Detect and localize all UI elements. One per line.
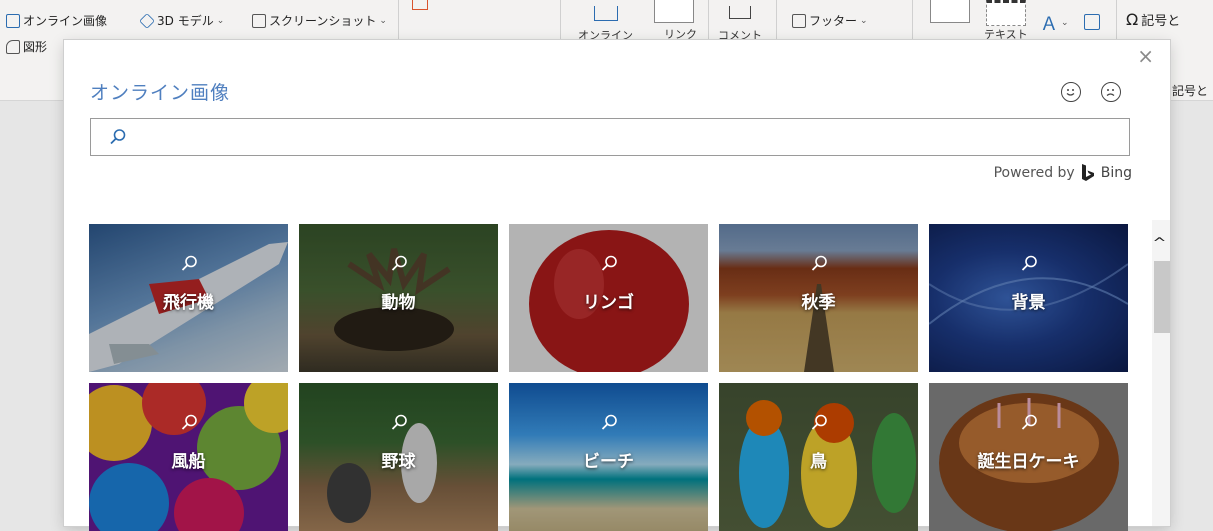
3d-model-command[interactable]: 3D モデル ⌄ [139,12,225,29]
tile-label: 誕生日ケーキ [977,452,1080,472]
dialog-title: オンライン画像 [90,82,231,104]
category-tile-autumn[interactable]: 秋季 [719,224,918,372]
search-icon [1021,414,1037,430]
screenshot-command[interactable]: スクリーンショット ⌄ [252,12,387,29]
symbol-group-label: 記号と [1172,84,1209,98]
globe-icon [593,6,618,21]
powered-by-bing: Powered by Bing [994,164,1132,182]
tile-label: ビーチ [583,452,634,472]
search-input[interactable] [135,125,1099,151]
search-icon [181,414,197,430]
ribbon-divider [398,0,399,40]
smile-feedback-icon[interactable] [1061,82,1081,102]
tile-label: 背景 [1011,293,1046,313]
search-icon [391,255,407,271]
shapes-label: 図形 [23,40,48,54]
signature-command[interactable]: Ａ ⌄ [1040,10,1069,36]
footer-command[interactable]: フッター ⌄ [792,12,868,29]
tile-label: 風船 [171,452,206,472]
ribbon-divider [560,0,561,40]
category-tile-birthday-cake[interactable]: 誕生日ケーキ [929,383,1128,531]
category-tile-bird[interactable]: 鳥 [719,383,918,531]
frown-feedback-icon[interactable] [1101,82,1121,102]
chevron-down-icon: ⌄ [860,15,868,26]
link-box [654,0,694,23]
shapes-command[interactable]: 図形 [6,38,47,55]
search-icon [110,129,126,145]
category-tile-baseball[interactable]: 野球 [299,383,498,531]
signature-icon: Ａ [1040,14,1058,35]
category-tile-background[interactable]: 背景 [929,224,1128,372]
powered-by-label: Powered by [993,165,1075,181]
bing-label: Bing [1100,165,1132,181]
online-image-label: オンライン画像 [23,14,108,28]
addin-icon [412,0,428,10]
online-image-icon [6,13,20,28]
scroll-up-button[interactable]: ^ [1152,236,1166,251]
ribbon-divider [1116,0,1117,40]
tile-label: 野球 [381,452,416,472]
online-video-command[interactable]: オンライン [578,6,633,43]
comment-command[interactable]: コメント [718,6,762,43]
shapes-icon [6,39,20,54]
chevron-down-icon: ⌄ [216,15,225,26]
search-icon [811,414,827,430]
online-image-command[interactable]: オンライン画像 [6,12,107,29]
ribbon-divider [776,0,777,40]
category-tile-balloon[interactable]: 風船 [89,383,288,531]
wordart-box [986,0,1026,26]
tile-label: 秋季 [801,293,836,313]
chevron-down-icon: ⌄ [1061,18,1069,28]
category-tile-animal[interactable]: 動物 [299,224,498,372]
tile-label: 動物 [381,293,416,313]
tile-label: リンゴ [583,293,634,313]
category-tile-airplane[interactable]: 飛行機 [89,224,288,372]
symbol-command[interactable]: Ω 記号と [1126,10,1180,29]
3d-model-label: 3D モデル [157,14,214,28]
symbol-label: 記号と [1141,14,1181,29]
cube-icon [139,12,155,29]
textbox-box [930,0,970,23]
close-button[interactable]: × [1137,46,1154,66]
bing-logo-icon [1081,164,1094,181]
category-tile-apple[interactable]: リンゴ [509,224,708,372]
omega-icon: Ω [1126,10,1139,29]
search-icon [391,414,407,430]
footer-label: フッター [809,14,858,28]
screenshot-label: スクリーンショット [269,14,377,28]
tile-label: 鳥 [810,452,827,472]
search-icon [601,255,617,271]
screenshot-icon [252,13,266,28]
category-tile-beach[interactable]: ビーチ [509,383,708,531]
tile-label: 飛行機 [163,293,214,313]
comment-icon [729,6,751,19]
date-time-icon[interactable] [1084,14,1100,30]
search-icon [1021,255,1037,271]
footer-icon [792,13,806,28]
search-icon [811,255,827,271]
search-icon [601,414,617,430]
ribbon-divider [708,0,709,40]
scrollbar-thumb[interactable] [1154,261,1170,333]
search-box[interactable] [90,118,1130,156]
ribbon-divider [912,0,913,40]
chevron-down-icon: ⌄ [379,15,387,26]
search-icon [181,255,197,271]
